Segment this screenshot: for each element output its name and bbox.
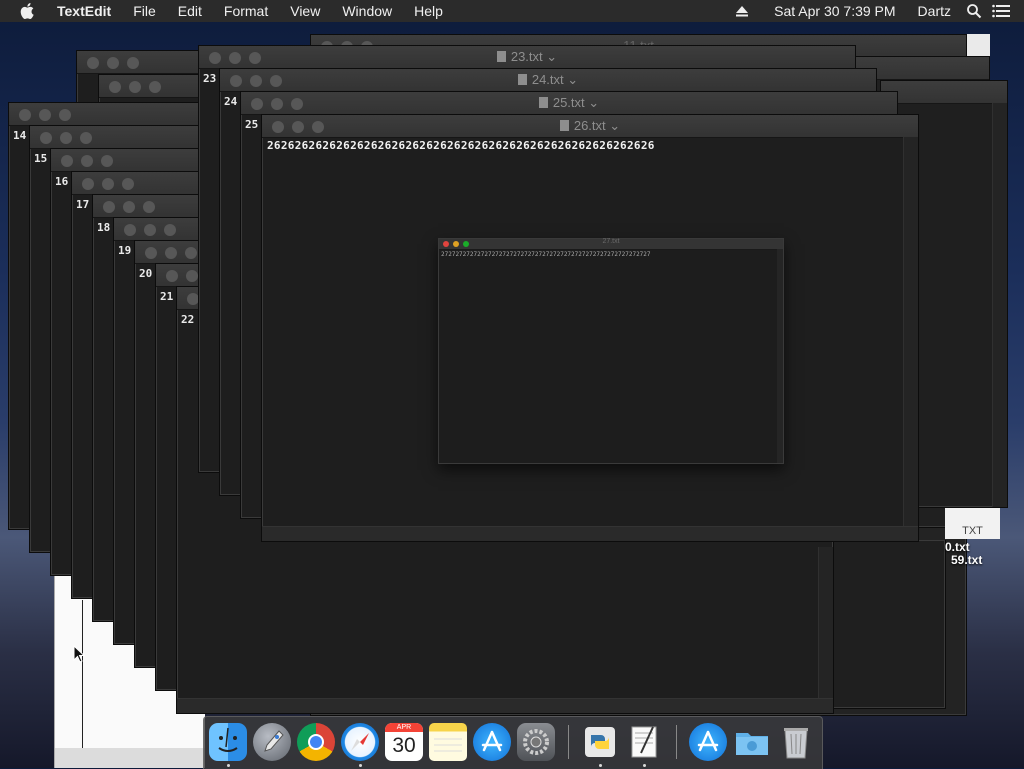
window-26-title-text: 26.txt [573, 118, 606, 133]
menu-view[interactable]: View [279, 0, 331, 22]
window-23-title: 23.txt ⌄ [199, 49, 855, 65]
dock-separator [568, 725, 569, 759]
horizontal-scrollbar[interactable] [262, 526, 918, 541]
desktop-file-label-0[interactable]: 0.txt [945, 540, 970, 554]
dock-separator [676, 725, 677, 759]
menu-help[interactable]: Help [403, 0, 454, 22]
menu-format[interactable]: Format [213, 0, 279, 22]
running-indicator [643, 764, 646, 767]
menubar-clock[interactable]: Sat Apr 30 7:39 PM [763, 0, 906, 22]
mouse-cursor-icon [73, 645, 86, 663]
document-icon [559, 120, 569, 131]
window-24-label: 24 [224, 95, 238, 108]
app-store-stack-icon[interactable] [689, 723, 727, 761]
window-17-label: 17 [76, 198, 90, 211]
window-26-title[interactable]: 26.txt ⌄ [262, 118, 918, 134]
vertical-scrollbar[interactable] [777, 249, 783, 463]
document-icon [538, 97, 548, 108]
spotlight-search-icon[interactable] [966, 3, 982, 19]
menu-edit[interactable]: Edit [167, 0, 213, 22]
app-menu-textedit[interactable]: TextEdit [46, 0, 122, 22]
file-type-label: TXT [962, 525, 983, 537]
trash-icon[interactable] [777, 723, 815, 761]
window-24-title: 24.txt ⌄ [220, 72, 876, 88]
window-edge-line [82, 600, 83, 748]
desktop-txt-file-icon[interactable]: TXT [945, 508, 1000, 539]
app-store-icon[interactable] [473, 723, 511, 761]
system-preferences-icon[interactable] [517, 723, 555, 761]
window-back-4[interactable] [820, 540, 946, 709]
eject-icon[interactable] [735, 5, 749, 17]
launchpad-icon[interactable] [253, 723, 291, 761]
document-icon [496, 51, 506, 62]
notes-icon[interactable] [429, 723, 467, 761]
menu-file[interactable]: File [122, 0, 167, 22]
folder-icon[interactable] [733, 723, 771, 761]
python-launcher-icon[interactable] [581, 723, 619, 761]
window-27-text: 2727272727272727272727272727272727272727… [441, 251, 651, 258]
window-15-label: 15 [34, 152, 48, 165]
calendar-day: 30 [392, 734, 416, 757]
menu-bar: TextEdit File Edit Format View Window He… [0, 0, 1024, 22]
window-21-label: 21 [160, 290, 174, 303]
window-22-label: 22 [181, 313, 195, 326]
menubar-user[interactable]: Dartz [907, 0, 962, 22]
notification-center-icon[interactable] [992, 4, 1010, 18]
window-19-label: 19 [118, 244, 132, 257]
running-indicator [599, 764, 602, 767]
window-23-title-text: 23.txt [510, 49, 543, 64]
safari-icon[interactable] [341, 723, 379, 761]
apple-menu-icon[interactable] [20, 3, 34, 19]
window-18-label: 18 [97, 221, 111, 234]
window-20-label: 20 [139, 267, 153, 280]
vertical-scrollbar[interactable] [903, 137, 918, 541]
window-25-title-text: 25.txt [552, 95, 585, 110]
window-27-title: 27.txt [602, 238, 620, 245]
running-indicator [359, 764, 362, 767]
textedit-icon[interactable] [625, 723, 663, 761]
window-25-label: 25 [245, 118, 259, 131]
dock: APR 30 [203, 716, 823, 769]
document-icon [517, 74, 527, 85]
window-27-opening[interactable]: 27.txt 272727272727272727272727272727272… [438, 238, 784, 464]
window-14-label: 14 [13, 129, 27, 142]
chrome-icon[interactable] [297, 723, 335, 761]
calendar-month: APR [385, 723, 423, 732]
window-25-title: 25.txt ⌄ [241, 95, 897, 111]
window-bottom-bar [55, 748, 205, 768]
menu-window[interactable]: Window [331, 0, 403, 22]
running-indicator [227, 764, 230, 767]
window-24-title-text: 24.txt [531, 72, 564, 87]
window-23-label: 23 [203, 72, 217, 85]
desktop-file-label-59[interactable]: 59.txt [951, 553, 982, 567]
finder-icon[interactable] [209, 723, 247, 761]
window-16-label: 16 [55, 175, 69, 188]
document-text[interactable]: 2626262626262626262626262626262626262626… [267, 139, 655, 152]
calendar-icon[interactable]: APR 30 [385, 723, 423, 761]
